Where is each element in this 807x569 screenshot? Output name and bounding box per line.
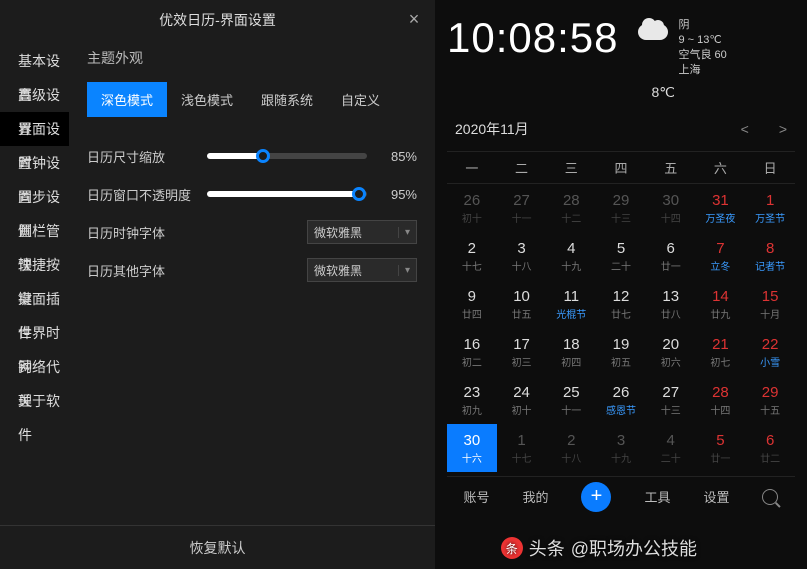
calendar-day[interactable]: 13廿八 [646, 280, 696, 328]
toolbar-settings[interactable]: 设置 [703, 487, 729, 506]
theme-tabs: 深色模式浅色模式跟随系统自定义 [87, 82, 417, 117]
calendar-day[interactable]: 24初十 [497, 376, 547, 424]
opacity-slider[interactable] [207, 191, 367, 197]
scale-slider[interactable] [207, 153, 367, 159]
calendar-day[interactable]: 25十一 [546, 376, 596, 424]
calendar-day[interactable]: 18初四 [546, 328, 596, 376]
calendar-day[interactable]: 20初六 [646, 328, 696, 376]
calendar-day[interactable]: 5廿一 [696, 424, 746, 472]
opacity-label: 日历窗口不透明度 [87, 185, 207, 204]
calendar-day[interactable]: 1万圣节 [745, 184, 795, 232]
prev-month-button[interactable]: < [741, 121, 749, 137]
calendar-day[interactable]: 15十月 [745, 280, 795, 328]
sidebar-item-10[interactable]: 关于软件 [0, 384, 69, 418]
sidebar-item-2[interactable]: 界面设置 [0, 112, 69, 146]
calendar-day[interactable]: 16初二 [447, 328, 497, 376]
calendar-day[interactable]: 27十一 [497, 184, 547, 232]
clock-font-label: 日历时钟字体 [87, 223, 207, 242]
sidebar-item-6[interactable]: 快捷按键 [0, 248, 69, 282]
restore-defaults-button[interactable]: 恢复默认 [0, 525, 435, 569]
chevron-down-icon: ▾ [398, 265, 410, 276]
month-label: 2020年11月 [455, 119, 529, 139]
chevron-down-icon: ▾ [398, 227, 410, 238]
calendar-day[interactable]: 9廿四 [447, 280, 497, 328]
theme-option-3[interactable]: 自定义 [327, 82, 394, 117]
toolbar-tools[interactable]: 工具 [644, 487, 670, 506]
calendar-day[interactable]: 31万圣夜 [696, 184, 746, 232]
calendar-day[interactable]: 19初五 [596, 328, 646, 376]
calendar-day[interactable]: 5二十 [596, 232, 646, 280]
weekday-header: 四 [596, 158, 646, 177]
calendar-day[interactable]: 3十八 [497, 232, 547, 280]
theme-option-0[interactable]: 深色模式 [87, 82, 167, 117]
theme-option-2[interactable]: 跟随系统 [247, 82, 327, 117]
calendar-day[interactable]: 27十三 [646, 376, 696, 424]
search-icon[interactable] [762, 489, 778, 505]
window-title: 优效日历-界面设置 [159, 10, 276, 30]
theme-option-1[interactable]: 浅色模式 [167, 82, 247, 117]
other-font-select[interactable]: 微软雅黑 ▾ [307, 258, 417, 282]
calendar-day[interactable]: 2十八 [546, 424, 596, 472]
calendar-day[interactable]: 17初三 [497, 328, 547, 376]
calendar-day[interactable]: 4二十 [646, 424, 696, 472]
calendar-day[interactable]: 3十九 [596, 424, 646, 472]
calendar-day[interactable]: 6廿二 [745, 424, 795, 472]
calendar-day[interactable]: 4十九 [546, 232, 596, 280]
calendar-day[interactable]: 11光棍节 [546, 280, 596, 328]
toolbar-mine[interactable]: 我的 [522, 487, 548, 506]
weekday-header: 六 [696, 158, 746, 177]
weekday-header: 二 [497, 158, 547, 177]
calendar-day[interactable]: 1十七 [497, 424, 547, 472]
calendar-day[interactable]: 23初九 [447, 376, 497, 424]
calendar-day[interactable]: 14廿九 [696, 280, 746, 328]
other-font-label: 日历其他字体 [87, 261, 207, 280]
sidebar: 基本设置高级设置界面设置时钟设置同步设置侧栏管理快捷按键桌面插件世界时钟网络代理… [0, 40, 69, 525]
sidebar-item-9[interactable]: 网络代理 [0, 350, 69, 384]
calendar-day[interactable]: 21初七 [696, 328, 746, 376]
section-title: 主题外观 [87, 48, 417, 68]
next-month-button[interactable]: > [779, 121, 787, 137]
sidebar-item-7[interactable]: 桌面插件 [0, 282, 69, 316]
calendar-day[interactable]: 29十三 [596, 184, 646, 232]
calendar-day[interactable]: 26感恩节 [596, 376, 646, 424]
sidebar-item-1[interactable]: 高级设置 [0, 78, 69, 112]
sidebar-item-8[interactable]: 世界时钟 [0, 316, 69, 350]
calendar-day[interactable]: 10廿五 [497, 280, 547, 328]
calendar-day[interactable]: 7立冬 [696, 232, 746, 280]
opacity-value: 95% [377, 187, 417, 202]
clock-font-select[interactable]: 微软雅黑 ▾ [307, 220, 417, 244]
calendar-day[interactable]: 22小雪 [745, 328, 795, 376]
calendar-day[interactable]: 30十六 [447, 424, 497, 472]
calendar-day[interactable]: 8记者节 [745, 232, 795, 280]
calendar-day[interactable]: 29十五 [745, 376, 795, 424]
sidebar-item-0[interactable]: 基本设置 [0, 44, 69, 78]
clock-time: 10:08:58 [447, 14, 619, 62]
calendar-day[interactable]: 2十七 [447, 232, 497, 280]
weekday-header: 一 [447, 158, 497, 177]
weekday-header: 日 [745, 158, 795, 177]
calendar-day[interactable]: 6廿一 [646, 232, 696, 280]
calendar-day[interactable]: 30十四 [646, 184, 696, 232]
weekday-header: 三 [546, 158, 596, 177]
toolbar-account[interactable]: 账号 [463, 487, 489, 506]
add-button[interactable]: + [581, 482, 611, 512]
weather-info: 阴 9 ~ 13℃ 空气良 60 上海 [679, 18, 727, 78]
weather-icon [635, 18, 671, 42]
calendar-day[interactable]: 26初十 [447, 184, 497, 232]
scale-value: 85% [377, 149, 417, 164]
calendar-day[interactable]: 28十二 [546, 184, 596, 232]
sidebar-item-3[interactable]: 时钟设置 [0, 146, 69, 180]
close-icon[interactable]: × [405, 10, 423, 28]
calendar-day[interactable]: 12廿七 [596, 280, 646, 328]
weekday-header: 五 [646, 158, 696, 177]
scale-label: 日历尺寸缩放 [87, 147, 207, 166]
sidebar-item-5[interactable]: 侧栏管理 [0, 214, 69, 248]
sidebar-item-4[interactable]: 同步设置 [0, 180, 69, 214]
current-temp: 8℃ [447, 84, 795, 101]
calendar-day[interactable]: 28十四 [696, 376, 746, 424]
